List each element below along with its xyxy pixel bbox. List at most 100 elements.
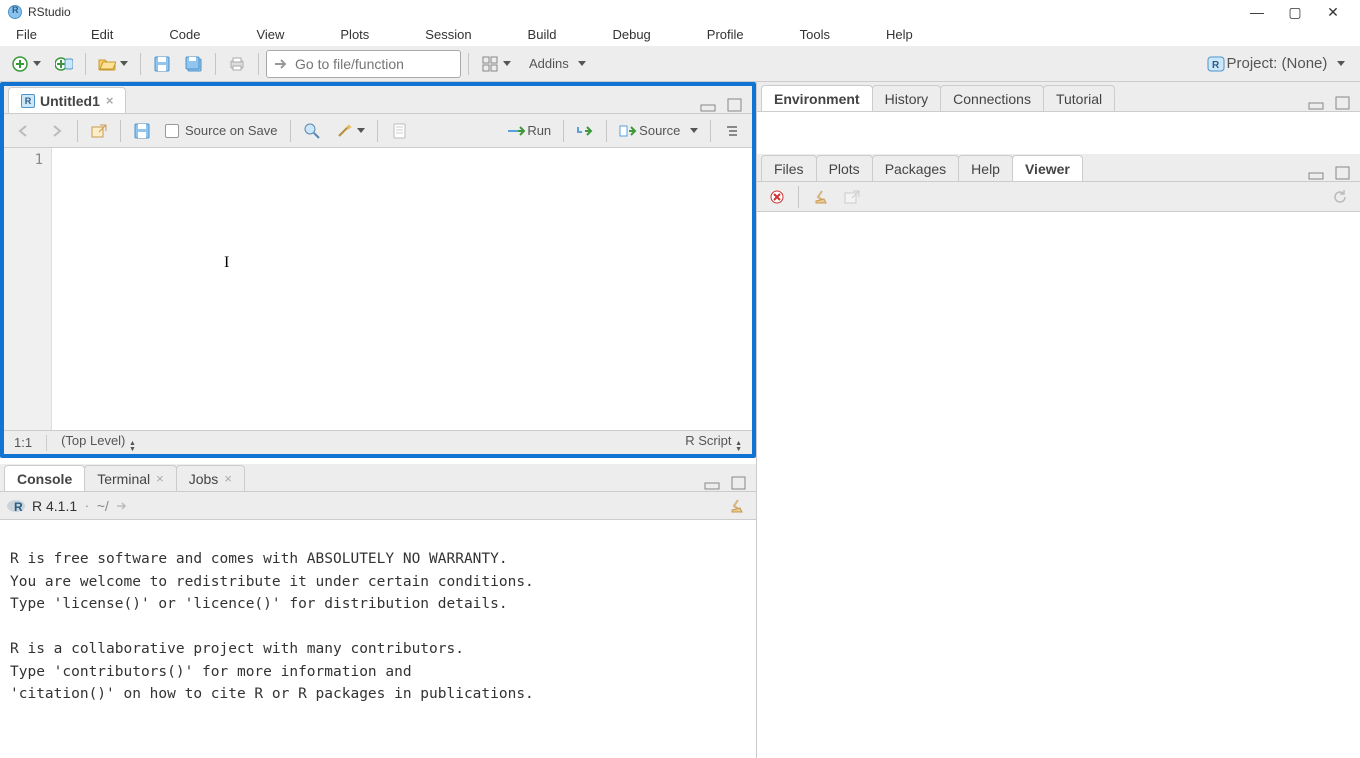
- source-tab-bar: R Untitled1 ×: [4, 86, 752, 114]
- outline-icon: [723, 122, 741, 140]
- broom-icon: [727, 497, 745, 515]
- viewer-content: [757, 212, 1360, 758]
- workspace-panes-button[interactable]: [476, 50, 516, 78]
- source-toolbar: Source on Save Run S: [4, 114, 752, 148]
- save-button[interactable]: [148, 50, 176, 78]
- minimize-pane-icon[interactable]: [1306, 165, 1328, 181]
- menu-plots[interactable]: Plots: [312, 24, 397, 46]
- rerun-button[interactable]: [571, 117, 599, 145]
- environment-tab-bar: Environment History Connections Tutorial: [757, 82, 1360, 112]
- clear-console-button[interactable]: [722, 492, 750, 520]
- menu-code[interactable]: Code: [141, 24, 228, 46]
- window-maximize-button[interactable]: ▢: [1276, 0, 1314, 24]
- working-dir-label: ~/: [97, 498, 109, 514]
- source-editor[interactable]: 1 I: [4, 148, 752, 430]
- wd-goto-icon[interactable]: [113, 497, 131, 515]
- show-in-new-window-button[interactable]: [85, 117, 113, 145]
- addins-button[interactable]: Addins: [520, 50, 595, 78]
- new-project-button[interactable]: [50, 50, 78, 78]
- code-tools-button[interactable]: [330, 117, 370, 145]
- close-icon[interactable]: ×: [156, 471, 164, 486]
- filetype-selector[interactable]: R Script ▲▼: [685, 433, 742, 452]
- r-file-icon: R: [21, 94, 35, 108]
- tab-label: Untitled1: [40, 93, 100, 109]
- rstudio-logo-icon: [8, 5, 22, 19]
- console-output[interactable]: R is free software and comes with ABSOLU…: [0, 520, 756, 758]
- tab-history[interactable]: History: [872, 85, 942, 111]
- minimize-pane-icon[interactable]: [702, 475, 724, 491]
- new-file-button[interactable]: [6, 50, 46, 78]
- source-on-save-toggle[interactable]: Source on Save: [160, 117, 283, 145]
- source-label: Source: [639, 123, 680, 138]
- window-minimize-button[interactable]: —: [1238, 0, 1276, 24]
- broom-icon: [811, 188, 829, 206]
- magic-wand-icon: [335, 122, 353, 140]
- line-number-1: 1: [4, 152, 43, 168]
- run-label: Run: [527, 123, 551, 138]
- console-pane: Console Terminal× Jobs× R R 4.1.1 · ~/: [0, 464, 756, 758]
- menu-debug[interactable]: Debug: [584, 24, 678, 46]
- maximize-pane-icon[interactable]: [1332, 95, 1354, 111]
- scope-label: (Top Level): [61, 433, 125, 448]
- menu-help[interactable]: Help: [858, 24, 941, 46]
- tab-help[interactable]: Help: [958, 155, 1013, 181]
- compile-report-button[interactable]: [385, 117, 413, 145]
- tab-viewer[interactable]: Viewer: [1012, 155, 1083, 181]
- outline-button[interactable]: [718, 117, 746, 145]
- maximize-pane-icon[interactable]: [728, 475, 750, 491]
- title-bar: RStudio — ▢ ✕: [0, 0, 1360, 24]
- source-script-button[interactable]: Source: [614, 117, 703, 145]
- menu-tools[interactable]: Tools: [772, 24, 858, 46]
- maximize-pane-icon[interactable]: [1332, 165, 1354, 181]
- viewer-popout-button[interactable]: [838, 183, 866, 211]
- scope-selector[interactable]: (Top Level) ▲▼: [61, 433, 136, 452]
- tab-environment[interactable]: Environment: [761, 85, 873, 111]
- tab-connections[interactable]: Connections: [940, 85, 1044, 111]
- notebook-icon: [390, 122, 408, 140]
- menu-edit[interactable]: Edit: [63, 24, 141, 46]
- refresh-viewer-button[interactable]: [1326, 183, 1354, 211]
- window-close-button[interactable]: ✕: [1314, 0, 1352, 24]
- save-all-button[interactable]: [180, 50, 208, 78]
- tab-files[interactable]: Files: [761, 155, 817, 181]
- close-tab-icon[interactable]: ×: [106, 93, 114, 108]
- tab-packages[interactable]: Packages: [872, 155, 959, 181]
- menu-build[interactable]: Build: [500, 24, 585, 46]
- minimize-pane-icon[interactable]: [698, 97, 720, 113]
- run-button[interactable]: Run: [502, 117, 556, 145]
- r-project-icon: R: [1207, 55, 1225, 73]
- maximize-pane-icon[interactable]: [724, 97, 746, 113]
- open-file-button[interactable]: [93, 50, 133, 78]
- nav-forward-button[interactable]: [42, 117, 70, 145]
- tab-untitled1[interactable]: R Untitled1 ×: [8, 87, 126, 113]
- plus-r-project-icon: [55, 55, 73, 73]
- tab-terminal[interactable]: Terminal×: [84, 465, 177, 491]
- tab-tutorial[interactable]: Tutorial: [1043, 85, 1115, 111]
- viewer-toolbar: [757, 182, 1360, 212]
- addins-label: Addins: [529, 56, 569, 71]
- editor-content[interactable]: I: [52, 148, 752, 430]
- tab-plots[interactable]: Plots: [816, 155, 873, 181]
- menu-profile[interactable]: Profile: [679, 24, 772, 46]
- project-menu[interactable]: R Project: (None): [1198, 50, 1355, 78]
- print-button[interactable]: [223, 50, 251, 78]
- nav-back-button[interactable]: [10, 117, 38, 145]
- clear-viewer-button[interactable]: [806, 183, 834, 211]
- close-icon[interactable]: ×: [224, 471, 232, 486]
- goto-file-function-field[interactable]: [266, 50, 461, 78]
- refresh-icon: [1331, 188, 1349, 206]
- tab-console[interactable]: Console: [4, 465, 85, 491]
- svg-text:R: R: [14, 500, 23, 514]
- minimize-pane-icon[interactable]: [1306, 95, 1328, 111]
- r-logo-icon: R: [6, 497, 28, 515]
- find-replace-button[interactable]: [298, 117, 326, 145]
- remove-viewer-item-button[interactable]: [763, 183, 791, 211]
- goto-file-input[interactable]: [295, 56, 454, 72]
- menu-bar: File Edit Code View Plots Session Build …: [0, 24, 1360, 46]
- menu-view[interactable]: View: [228, 24, 312, 46]
- save-source-button[interactable]: [128, 117, 156, 145]
- menu-file[interactable]: File: [6, 24, 63, 46]
- text-cursor-icon: I: [224, 254, 229, 272]
- menu-session[interactable]: Session: [397, 24, 499, 46]
- tab-jobs[interactable]: Jobs×: [176, 465, 245, 491]
